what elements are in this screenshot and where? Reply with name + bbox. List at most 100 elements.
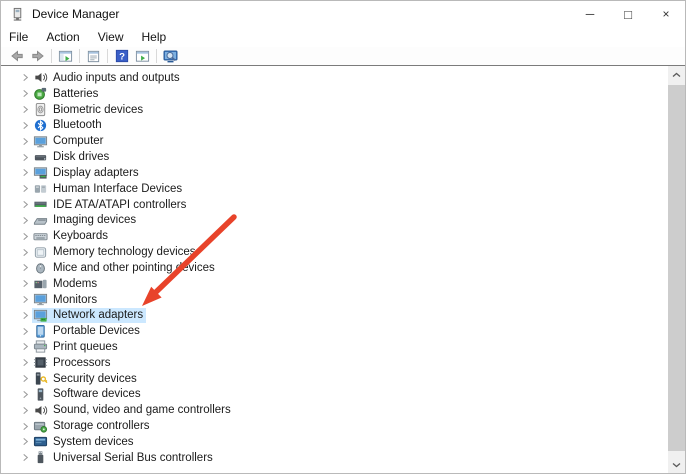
tree-item[interactable]: System devices (1, 434, 668, 450)
tree-item[interactable]: Keyboards (1, 228, 668, 244)
tree-item[interactable]: Audio inputs and outputs (1, 70, 668, 86)
chevron-right-icon[interactable] (18, 418, 32, 434)
scan-hardware-changes-button[interactable] (160, 48, 181, 65)
chevron-right-icon[interactable] (18, 402, 32, 418)
tree-item[interactable]: Biometric devices (1, 102, 668, 118)
chevron-right-icon[interactable] (18, 339, 32, 355)
tree-item[interactable]: Print queues (1, 339, 668, 355)
tree-item[interactable]: Mice and other pointing devices (1, 260, 668, 276)
chevron-right-icon[interactable] (18, 387, 32, 403)
menu-bar: File Action View Help (1, 27, 685, 47)
chevron-right-icon[interactable] (18, 292, 32, 308)
maximize-button[interactable]: □ (609, 1, 647, 27)
chevron-right-icon[interactable] (18, 212, 32, 228)
display-adapter-icon (33, 165, 48, 180)
system-device-icon (33, 434, 48, 449)
tree-item[interactable]: Software devices (1, 387, 668, 403)
tree-item-label: Storage controllers (53, 420, 150, 433)
menu-item-help[interactable]: Help (134, 28, 175, 46)
content-area: Audio inputs and outputs Batteries Biome… (1, 66, 685, 473)
chevron-right-icon[interactable] (18, 102, 32, 118)
tree-item[interactable]: Human Interface Devices (1, 181, 668, 197)
tree-item[interactable]: Batteries (1, 86, 668, 102)
tree-item-label: Display adapters (53, 166, 139, 179)
device-manager-icon (10, 7, 25, 22)
tree-item[interactable]: Network adapters (1, 307, 668, 323)
chevron-right-icon[interactable] (18, 149, 32, 165)
tree-item[interactable]: Security devices (1, 371, 668, 387)
speaker-icon (33, 70, 48, 85)
chevron-right-icon[interactable] (18, 260, 32, 276)
chevron-right-icon[interactable] (18, 228, 32, 244)
scan-icon (162, 48, 179, 64)
imaging-icon (33, 213, 48, 228)
chevron-right-icon[interactable] (18, 434, 32, 450)
tree-item[interactable]: Computer (1, 133, 668, 149)
tree-item-label: Audio inputs and outputs (53, 71, 180, 84)
tree-item-label: IDE ATA/ATAPI controllers (53, 198, 187, 211)
computer-icon (33, 134, 48, 149)
tree-item[interactable]: Modems (1, 276, 668, 292)
chevron-right-icon[interactable] (18, 323, 32, 339)
properties-icon (86, 49, 101, 64)
chevron-right-icon[interactable] (18, 355, 32, 371)
tree-item[interactable]: Monitors (1, 292, 668, 308)
tree-item[interactable]: Display adapters (1, 165, 668, 181)
chevron-right-icon[interactable] (18, 133, 32, 149)
menu-item-action[interactable]: Action (38, 28, 87, 46)
tree-item[interactable]: Imaging devices (1, 212, 668, 228)
tree-item[interactable]: Storage controllers (1, 418, 668, 434)
processor-icon (33, 355, 48, 370)
chevron-right-icon[interactable] (18, 276, 32, 292)
tree-item[interactable]: Universal Serial Bus controllers (1, 450, 668, 466)
tree-item[interactable]: Processors (1, 355, 668, 371)
scrollbar-thumb[interactable] (668, 85, 685, 451)
chevron-right-icon[interactable] (18, 244, 32, 260)
tree-item-label: Network adapters (53, 309, 144, 322)
vertical-scrollbar[interactable] (668, 66, 685, 473)
chevron-right-icon[interactable] (18, 371, 32, 387)
tree-item-label: Monitors (53, 293, 98, 306)
chevron-right-icon[interactable] (18, 307, 32, 323)
device-manager-window: Device Manager ─ □ × File Action View He… (0, 0, 686, 474)
tree-item-label: Human Interface Devices (53, 182, 183, 195)
help-icon (115, 49, 129, 63)
minimize-button[interactable]: ─ (571, 1, 609, 27)
tree-item-label: Bluetooth (53, 119, 102, 132)
tree-item[interactable]: Disk drives (1, 149, 668, 165)
action-pane-icon (135, 49, 150, 64)
chevron-right-icon[interactable] (18, 165, 32, 181)
security-key-icon (33, 371, 48, 386)
close-button[interactable]: × (647, 1, 685, 27)
show-console-tree-button[interactable] (55, 48, 76, 65)
help-button[interactable] (111, 48, 132, 65)
action-pane-button[interactable] (132, 48, 153, 65)
chevron-right-icon[interactable] (18, 450, 32, 466)
software-device-icon (33, 387, 48, 402)
chevron-right-icon[interactable] (18, 70, 32, 86)
chevron-down-icon (672, 462, 681, 467)
tree-item-label: Modems (53, 277, 98, 290)
chevron-right-icon[interactable] (18, 117, 32, 133)
tree-item[interactable]: Portable Devices (1, 323, 668, 339)
chevron-right-icon[interactable] (18, 181, 32, 197)
forward-button[interactable] (27, 48, 48, 65)
scroll-down-button[interactable] (668, 456, 685, 473)
tree-item-label: Software devices (53, 388, 141, 401)
menu-item-file[interactable]: File (9, 28, 36, 46)
tree-item[interactable]: Memory technology devices (1, 244, 668, 260)
menu-item-view[interactable]: View (90, 28, 132, 46)
tree-item-label: Keyboards (53, 230, 108, 243)
tree-item[interactable]: Bluetooth (1, 117, 668, 133)
tree-item-label: Memory technology devices (53, 246, 196, 259)
tree-item[interactable]: Sound, video and game controllers (1, 402, 668, 418)
tree-item-label: Sound, video and game controllers (53, 404, 231, 417)
tree-item-label: Disk drives (53, 151, 110, 164)
scroll-up-button[interactable] (668, 66, 685, 83)
tree-item-label: Computer (53, 135, 104, 148)
chevron-right-icon[interactable] (18, 86, 32, 102)
tree-item[interactable]: IDE ATA/ATAPI controllers (1, 197, 668, 213)
properties-button[interactable] (83, 48, 104, 65)
back-button[interactable] (6, 48, 27, 65)
chevron-right-icon[interactable] (18, 197, 32, 213)
